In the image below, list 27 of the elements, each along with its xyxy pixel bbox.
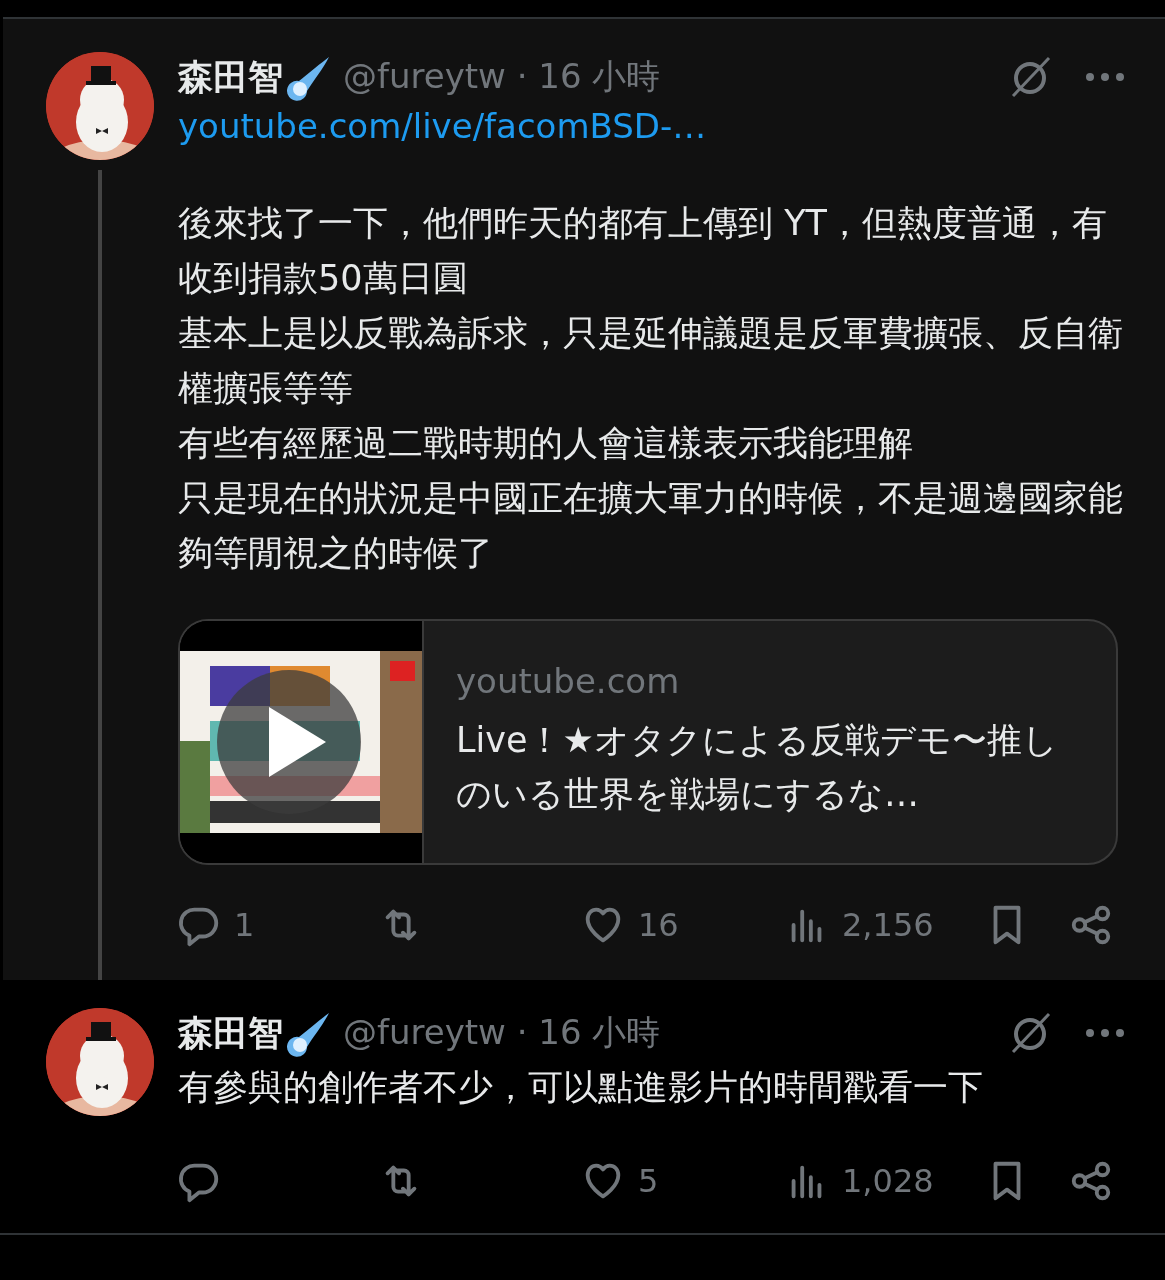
author-name[interactable]: 森田智: [178, 1009, 283, 1057]
link-title: Live！★オタクによる反戦デモ〜推しのいる世界を戦場にするな…: [456, 719, 1059, 816]
views-button[interactable]: 1,028: [784, 1156, 984, 1206]
link-card[interactable]: youtube.com Live！★オタクによる反戦デモ〜推しのいる世界を戦場にするな…: [178, 619, 1118, 865]
link-domain: youtube.com: [456, 661, 681, 701]
more-icon[interactable]: [1085, 1028, 1125, 1038]
author-handle[interactable]: @fureytw · 16 小時: [343, 54, 661, 100]
count: 5: [638, 1162, 659, 1200]
post-text: 只是現在的狀況是中國正在擴大軍力的時候，不是週邊國家能夠等閒視之的時候了: [178, 477, 1123, 575]
post-text: 有些有經歷過二戰時期的人會這樣表示我能理解: [178, 422, 914, 465]
reply-button[interactable]: 1: [176, 900, 378, 950]
count: 2,156: [842, 906, 934, 944]
like-button[interactable]: 5: [580, 1156, 784, 1206]
count: 1,028: [842, 1162, 934, 1200]
like-button[interactable]: 16: [580, 900, 784, 950]
post-text: 有參與的創作者不少，可以點進影片的時間戳看一下: [178, 1066, 984, 1109]
author-name[interactable]: 森田智: [178, 53, 283, 101]
count: 1: [234, 906, 255, 944]
author-handle[interactable]: @fureytw · 16 小時: [343, 1010, 661, 1056]
post-text: 基本上是以反戰為訴求，只是延伸議題是反軍費擴張、反自衛權擴張等等: [178, 312, 1123, 410]
views-button[interactable]: 2,156: [784, 900, 984, 950]
avatar[interactable]: [46, 1008, 154, 1116]
more-icon[interactable]: [1085, 72, 1125, 82]
post-text: 後來找了一下，他們昨天的都有上傳到 YT，但熱度普通，有收到捐款50萬日圓: [178, 202, 1108, 300]
link[interactable]: youtube.com/live/facomBSD-…: [178, 106, 707, 146]
count: 16: [638, 906, 679, 944]
avatar[interactable]: [46, 52, 154, 160]
